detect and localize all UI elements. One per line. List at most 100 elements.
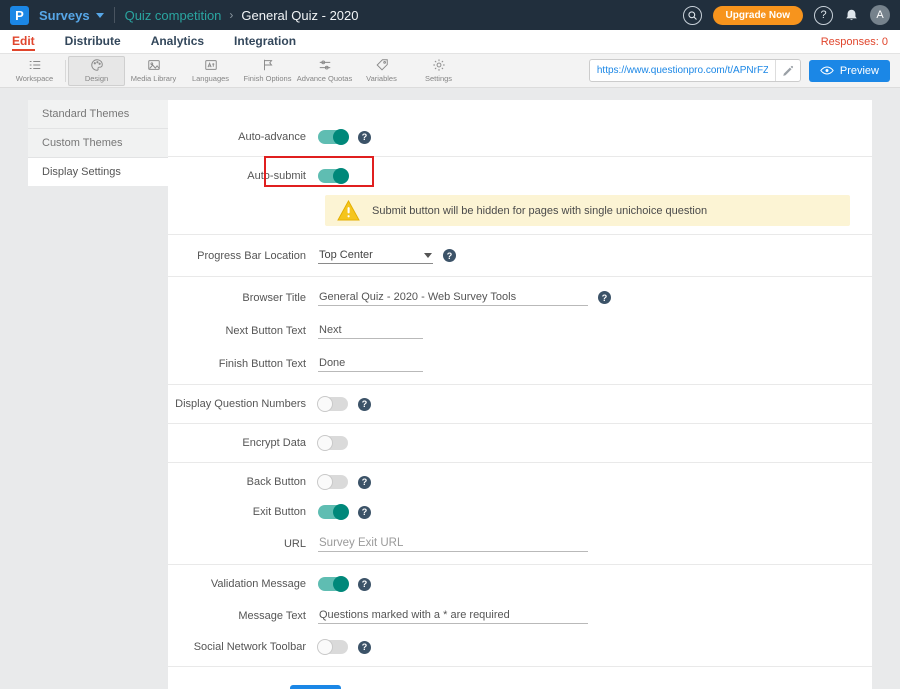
help-icon[interactable]: ? xyxy=(358,506,371,519)
toolbar-languages[interactable]: Languages xyxy=(182,56,239,86)
toolbar-right: Preview xyxy=(589,59,890,82)
message-text-input[interactable] xyxy=(318,607,588,624)
help-icon[interactable]: ? xyxy=(443,249,456,262)
display-question-numbers-toggle[interactable] xyxy=(318,397,348,411)
display-question-numbers-row: Display Question Numbers ? xyxy=(168,389,872,419)
back-button-label: Back Button xyxy=(168,476,318,488)
help-icon[interactable]: ? xyxy=(358,476,371,489)
help-icon[interactable]: ? xyxy=(814,6,833,25)
auto-submit-warning-banner: Submit button will be hidden for pages w… xyxy=(325,195,850,226)
save-button[interactable]: Save xyxy=(290,685,341,689)
divider xyxy=(168,384,872,385)
finish-button-text-input[interactable] xyxy=(318,355,423,372)
toggle-knob xyxy=(333,168,349,184)
browser-title-input[interactable] xyxy=(318,289,588,306)
search-icon[interactable] xyxy=(683,6,702,25)
progress-bar-location-select[interactable]: Top Center xyxy=(318,247,433,264)
divider xyxy=(168,423,872,424)
help-icon[interactable]: ? xyxy=(358,398,371,411)
sidebar-item-display-settings[interactable]: Display Settings xyxy=(28,158,168,186)
back-button-toggle[interactable] xyxy=(318,475,348,489)
auto-submit-toggle[interactable] xyxy=(318,169,348,183)
warning-text: Submit button will be hidden for pages w… xyxy=(372,205,707,217)
help-icon[interactable]: ? xyxy=(598,291,611,304)
exit-button-label: Exit Button xyxy=(168,506,318,518)
top-bar: P Surveys Quiz competition › General Qui… xyxy=(0,0,900,30)
social-network-toolbar-row: Social Network Toolbar ? xyxy=(168,632,872,662)
design-icon xyxy=(90,58,104,72)
save-row: Save xyxy=(168,671,872,689)
validation-message-label: Validation Message xyxy=(168,578,318,590)
divider xyxy=(168,462,872,463)
encrypt-data-toggle[interactable] xyxy=(318,436,348,450)
exit-url-input[interactable] xyxy=(318,535,588,552)
auto-advance-row: Auto-advance ? xyxy=(168,122,872,152)
toolbar-settings[interactable]: Settings xyxy=(410,56,467,86)
topbar-actions: Upgrade Now ? A xyxy=(683,5,890,25)
chevron-down-icon xyxy=(96,13,104,18)
warning-triangle-icon xyxy=(337,200,360,221)
toggle-knob xyxy=(317,396,333,412)
message-text-row: Message Text xyxy=(168,599,872,632)
tab-integration[interactable]: Integration xyxy=(234,32,296,51)
toggle-knob xyxy=(317,474,333,490)
languages-icon xyxy=(204,58,218,72)
surveys-menu-label: Surveys xyxy=(39,8,90,23)
auto-submit-label: Auto-submit xyxy=(168,170,318,182)
toggle-knob xyxy=(333,129,349,145)
exit-url-label: URL xyxy=(168,538,318,550)
surveys-menu[interactable]: Surveys xyxy=(39,8,104,23)
browser-title-label: Browser Title xyxy=(168,292,318,304)
progress-bar-location-row: Progress Bar Location Top Center ? xyxy=(168,239,872,272)
media-library-icon xyxy=(147,58,161,72)
toggle-knob xyxy=(333,504,349,520)
survey-url-input[interactable] xyxy=(590,65,775,76)
finish-options-icon xyxy=(261,58,275,72)
upgrade-now-button[interactable]: Upgrade Now xyxy=(713,6,803,25)
breadcrumb-separator-icon: › xyxy=(229,8,233,22)
validation-message-row: Validation Message ? xyxy=(168,569,872,599)
display-settings-panel: Auto-advance ? Auto-submit Submit button… xyxy=(168,100,872,689)
notifications-bell-icon[interactable] xyxy=(844,8,859,23)
survey-url-box xyxy=(589,59,801,82)
toolbar-workspace[interactable]: Workspace xyxy=(6,56,63,86)
tab-edit[interactable]: Edit xyxy=(12,32,35,51)
avatar[interactable]: A xyxy=(870,5,890,25)
validation-message-toggle[interactable] xyxy=(318,577,348,591)
themes-sidebar: Standard Themes Custom Themes Display Se… xyxy=(28,100,168,186)
social-network-toolbar-label: Social Network Toolbar xyxy=(168,641,318,653)
back-button-row: Back Button ? xyxy=(168,467,872,497)
tab-analytics[interactable]: Analytics xyxy=(151,32,204,51)
breadcrumb-parent[interactable]: Quiz competition xyxy=(125,8,222,23)
sidebar-item-standard-themes[interactable]: Standard Themes xyxy=(28,100,168,129)
social-network-toolbar-toggle[interactable] xyxy=(318,640,348,654)
variables-icon xyxy=(375,58,389,72)
toolbar-design[interactable]: Design xyxy=(68,56,125,86)
toolbar-finish-options[interactable]: Finish Options xyxy=(239,56,296,86)
toolbar-advance-quotas[interactable]: Advance Quotas xyxy=(296,56,353,86)
responses-count: Responses: 0 xyxy=(821,36,888,48)
questionpro-logo[interactable]: P xyxy=(10,6,29,25)
finish-button-text-row: Finish Button Text xyxy=(168,347,872,380)
tab-distribute[interactable]: Distribute xyxy=(65,32,121,51)
next-button-text-input[interactable] xyxy=(318,322,423,339)
auto-advance-toggle[interactable] xyxy=(318,130,348,144)
exit-button-toggle[interactable] xyxy=(318,505,348,519)
logo-letter: P xyxy=(15,8,24,23)
sidebar-item-custom-themes[interactable]: Custom Themes xyxy=(28,129,168,158)
chevron-down-icon xyxy=(424,253,432,258)
message-text-label: Message Text xyxy=(168,610,318,622)
toolbar-media-library[interactable]: Media Library xyxy=(125,56,182,86)
auto-advance-label: Auto-advance xyxy=(168,131,318,143)
help-icon[interactable]: ? xyxy=(358,131,371,144)
toolbar-variables[interactable]: Variables xyxy=(353,56,410,86)
edit-url-pencil-icon[interactable] xyxy=(775,60,800,81)
divider xyxy=(168,234,872,235)
topbar-divider xyxy=(114,7,115,23)
help-icon[interactable]: ? xyxy=(358,578,371,591)
help-icon[interactable]: ? xyxy=(358,641,371,654)
next-button-text-row: Next Button Text xyxy=(168,314,872,347)
preview-button[interactable]: Preview xyxy=(809,60,890,82)
design-toolbar: Workspace Design Media Library Languages… xyxy=(0,54,900,88)
display-question-numbers-label: Display Question Numbers xyxy=(168,398,318,410)
